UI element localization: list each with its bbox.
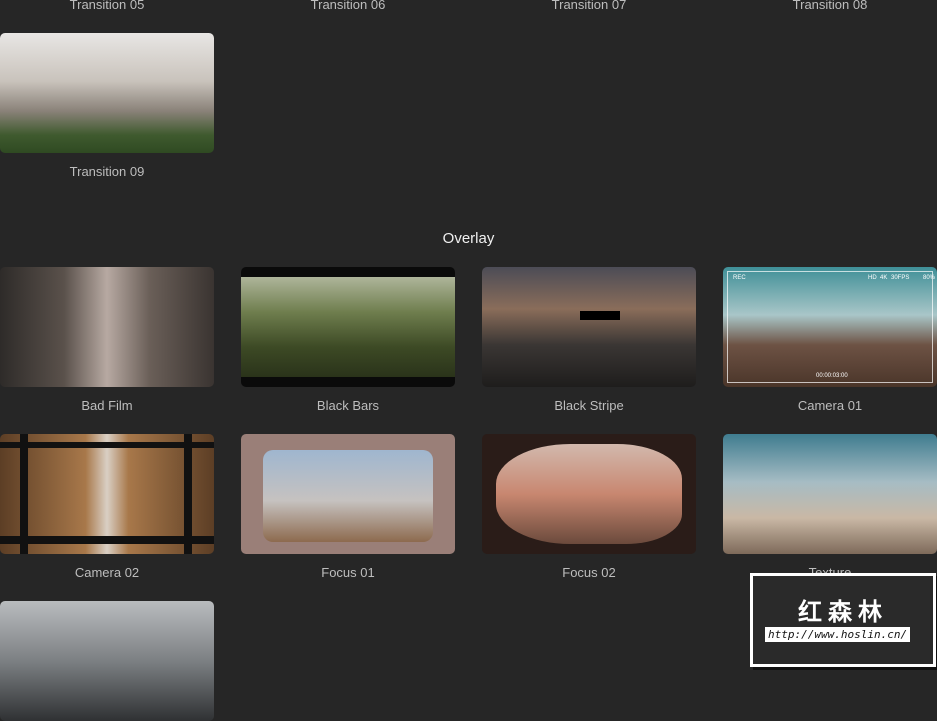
thumbnail-overlay-row3[interactable]: [0, 601, 214, 721]
watermark-title: 红森林: [798, 599, 888, 626]
item-label: Camera 01: [797, 398, 863, 413]
item-label: Camera 02: [74, 565, 140, 580]
item-label[interactable]: Transition 07: [482, 0, 696, 12]
thumbnail-black-stripe[interactable]: [482, 267, 696, 387]
thumbnail-bad-film[interactable]: [0, 267, 214, 387]
watermark-url: http://www.hoslin.cn/: [765, 627, 911, 642]
watermark: 红森林 http://www.hoslin.cn/: [750, 573, 936, 667]
item-label: Transition 09: [69, 164, 145, 179]
item-label: Bad Film: [81, 398, 133, 413]
item-label[interactable]: Transition 05: [0, 0, 214, 12]
item-label[interactable]: Transition 08: [723, 0, 937, 12]
thumbnail-transition-09[interactable]: [0, 33, 214, 153]
item-label: Black Stripe: [554, 398, 624, 413]
item-label: Focus 01: [321, 565, 375, 580]
thumbnail-black-bars[interactable]: [241, 267, 455, 387]
thumbnail-focus-01[interactable]: [241, 434, 455, 554]
thumbnail-focus-02[interactable]: [482, 434, 696, 554]
thumbnail-texture[interactable]: [723, 434, 937, 554]
thumbnail-camera-01[interactable]: REC HD 4K 30FPS 80% 00:00:03:00: [723, 267, 937, 387]
item-label: Black Bars: [316, 398, 380, 413]
section-title-overlay: Overlay: [442, 230, 495, 247]
item-label: Focus 02: [562, 565, 616, 580]
thumbnail-camera-02[interactable]: [0, 434, 214, 554]
item-label[interactable]: Transition 06: [241, 0, 455, 12]
